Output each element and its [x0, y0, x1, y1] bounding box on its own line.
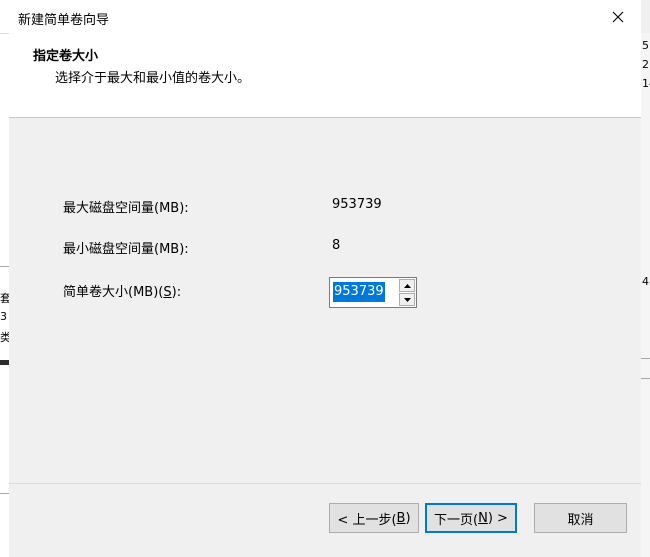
decrement-button[interactable]	[399, 293, 415, 306]
back-button-prefix: < 上一步(	[337, 512, 397, 528]
new-simple-volume-wizard-dialog: 新建简单卷向导 指定卷大小 选择介于最大和最小值的卷大小。 最大磁盘空间量(MB…	[0, 0, 641, 557]
next-button[interactable]: 下一页(N) >	[425, 503, 517, 533]
background-text: 5	[642, 39, 649, 52]
wizard-header: 指定卷大小 选择介于最大和最小值的卷大小。	[9, 33, 641, 118]
title-bar[interactable]: 新建简单卷向导	[0, 0, 641, 34]
divider	[640, 378, 650, 379]
page-subtitle: 选择介于最大和最小值的卷大小。	[55, 71, 251, 86]
wizard-content: 最大磁盘空间量(MB): 953739 最小磁盘空间量(MB): 8 简单卷大小…	[9, 118, 641, 482]
volume-size-spinbox[interactable]: 953739	[329, 277, 417, 308]
cancel-button[interactable]: 取消	[534, 503, 627, 533]
close-button[interactable]	[595, 0, 641, 33]
screen: 套 3 类 5 2 14 45 新建简单卷向导 指定卷大小 选择介于最大和最小值…	[0, 0, 650, 557]
background-text: 2	[642, 58, 649, 71]
background-text: 14	[642, 77, 650, 90]
min-disk-space-value: 8	[332, 238, 341, 253]
min-disk-space-label: 最小磁盘空间量(MB):	[63, 242, 189, 257]
window-title: 新建简单卷向导	[18, 13, 110, 28]
arrow-up-icon	[403, 283, 411, 288]
background-app-right: 5 2 14 45	[640, 33, 650, 557]
spin-buttons	[399, 279, 415, 306]
next-button-accel: N	[478, 510, 488, 526]
next-button-prefix: 下一页(	[434, 512, 479, 528]
background-text: 45	[642, 275, 650, 288]
volume-size-label-suffix: ):	[171, 285, 182, 300]
volume-size-label: 简单卷大小(MB)(S):	[63, 281, 181, 300]
next-button-suffix: ) >	[487, 510, 508, 526]
wizard-footer: < 上一步(B) 下一页(N) > 取消	[9, 484, 641, 557]
back-button-suffix: )	[405, 510, 411, 526]
increment-button[interactable]	[399, 279, 415, 292]
back-button[interactable]: < 上一步(B)	[329, 503, 419, 533]
divider	[640, 358, 650, 359]
volume-size-label-accel: S	[163, 285, 172, 300]
back-button-accel: B	[396, 510, 406, 526]
volume-size-label-prefix: 简单卷大小(MB)(	[63, 285, 164, 300]
close-icon	[612, 11, 624, 22]
max-disk-space-label: 最大磁盘空间量(MB):	[63, 201, 189, 216]
max-disk-space-value: 953739	[332, 197, 382, 212]
arrow-down-icon	[403, 297, 411, 302]
volume-size-input[interactable]: 953739	[333, 282, 385, 302]
page-title: 指定卷大小	[33, 49, 99, 64]
